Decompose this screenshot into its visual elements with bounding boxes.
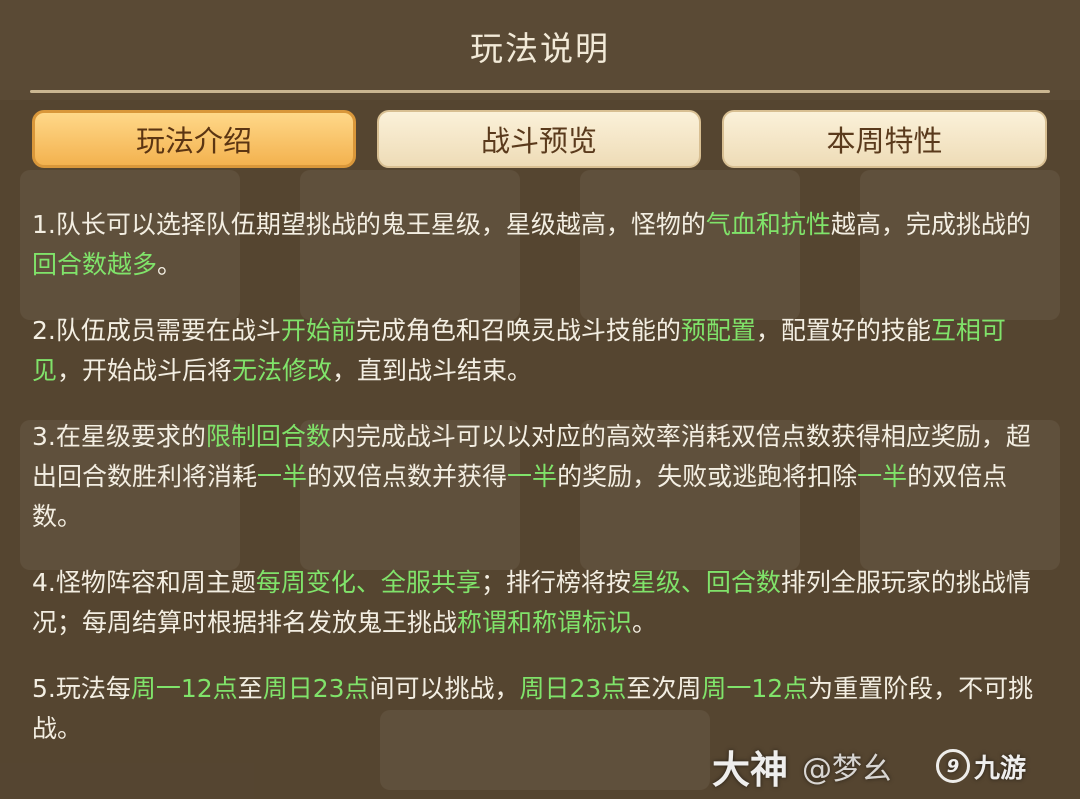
tab-weekly-features[interactable]: 本周特性	[722, 110, 1047, 168]
highlight-text: 开始前	[280, 316, 356, 345]
rule-text: 。	[632, 608, 658, 637]
watermark-brand: 大神	[712, 747, 789, 792]
dialog-title: 玩法说明	[470, 29, 610, 68]
highlight-text: 回合数越多	[32, 250, 158, 279]
highlight-text: 周日23点	[262, 674, 370, 703]
tab-battle-preview[interactable]: 战斗预览	[377, 110, 701, 168]
rule-text: 4.怪物阵容和周主题	[32, 568, 256, 597]
watermark-handle: @梦幺	[802, 752, 893, 787]
highlight-text: 称谓和称谓标识	[457, 608, 633, 637]
rule-text: 。	[157, 250, 183, 279]
rule-text: 2.队伍成员需要在战斗	[32, 316, 281, 345]
rule-text: 完成角色和召唤灵战斗技能的	[355, 316, 681, 345]
highlight-text: 预配置	[680, 316, 756, 345]
watermark-logo: 9 九游	[936, 748, 1026, 785]
highlight-text: 一半	[507, 462, 558, 491]
rule-paragraph-2: 2.队伍成员需要在战斗开始前完成角色和召唤灵战斗技能的预配置，配置好的技能互相可…	[32, 311, 1052, 391]
rule-text: 的双倍点数并获得	[307, 462, 508, 491]
rule-text: 1.队长可以选择队伍期望挑战的鬼王星级，星级越高，怪物的	[32, 210, 706, 239]
highlight-text: 周一12点	[701, 674, 809, 703]
rule-text: ，配置好的技能	[755, 316, 931, 345]
rule-text: ，开始战斗后将	[57, 356, 233, 385]
highlight-text: 限制回合数	[205, 422, 331, 451]
rules-text: 1.队长可以选择队伍期望挑战的鬼王星级，星级越高，怪物的气血和抗性越高，完成挑战…	[32, 205, 1052, 775]
watermark: 大神 @梦幺 9 九游	[712, 738, 1026, 794]
highlight-text: 星级、回合数	[630, 568, 781, 597]
rules-dialog: 玩法说明 玩法介绍 战斗预览 本周特性 1.队长可以选择队伍期望挑战的鬼王星级，…	[0, 0, 1080, 799]
rule-text: 3.在星级要求的	[32, 422, 206, 451]
highlight-text: 气血和抗性	[705, 210, 831, 239]
rule-text: 5.玩法每	[32, 674, 131, 703]
watermark-logo-text: 九游	[974, 753, 1027, 784]
rule-paragraph-1: 1.队长可以选择队伍期望挑战的鬼王星级，星级越高，怪物的气血和抗性越高，完成挑战…	[32, 205, 1052, 285]
rule-text: ；排行榜将按	[480, 568, 631, 597]
rule-text: 的奖励，失败或逃跑将扣除	[557, 462, 858, 491]
highlight-text: 每周变化、全服共享	[255, 568, 481, 597]
rule-paragraph-4: 4.怪物阵容和周主题每周变化、全服共享；排行榜将按星级、回合数排列全服玩家的挑战…	[32, 563, 1052, 643]
rule-text: ，直到战斗结束。	[332, 356, 533, 385]
rule-paragraph-3: 3.在星级要求的限制回合数内完成战斗可以以对应的高效率消耗双倍点数获得相应奖励，…	[32, 417, 1052, 537]
highlight-text: 周一12点	[130, 674, 238, 703]
rule-text: 至次周	[626, 674, 702, 703]
rule-text: 至	[237, 674, 263, 703]
tab-gameplay-intro[interactable]: 玩法介绍	[32, 110, 356, 168]
rule-paragraph-5: 5.玩法每周一12点至周日23点间可以挑战，周日23点至次周周一12点为重置阶段…	[32, 669, 1052, 749]
highlight-text: 一半	[257, 462, 308, 491]
rule-text: 越高，完成挑战的	[830, 210, 1031, 239]
highlight-text: 周日23点	[519, 674, 627, 703]
highlight-text: 一半	[857, 462, 908, 491]
highlight-text: 无法修改	[232, 356, 333, 385]
rule-text: 间可以挑战，	[369, 674, 520, 703]
jiuyou-logo-icon: 9	[936, 749, 971, 783]
title-divider	[30, 90, 1050, 93]
